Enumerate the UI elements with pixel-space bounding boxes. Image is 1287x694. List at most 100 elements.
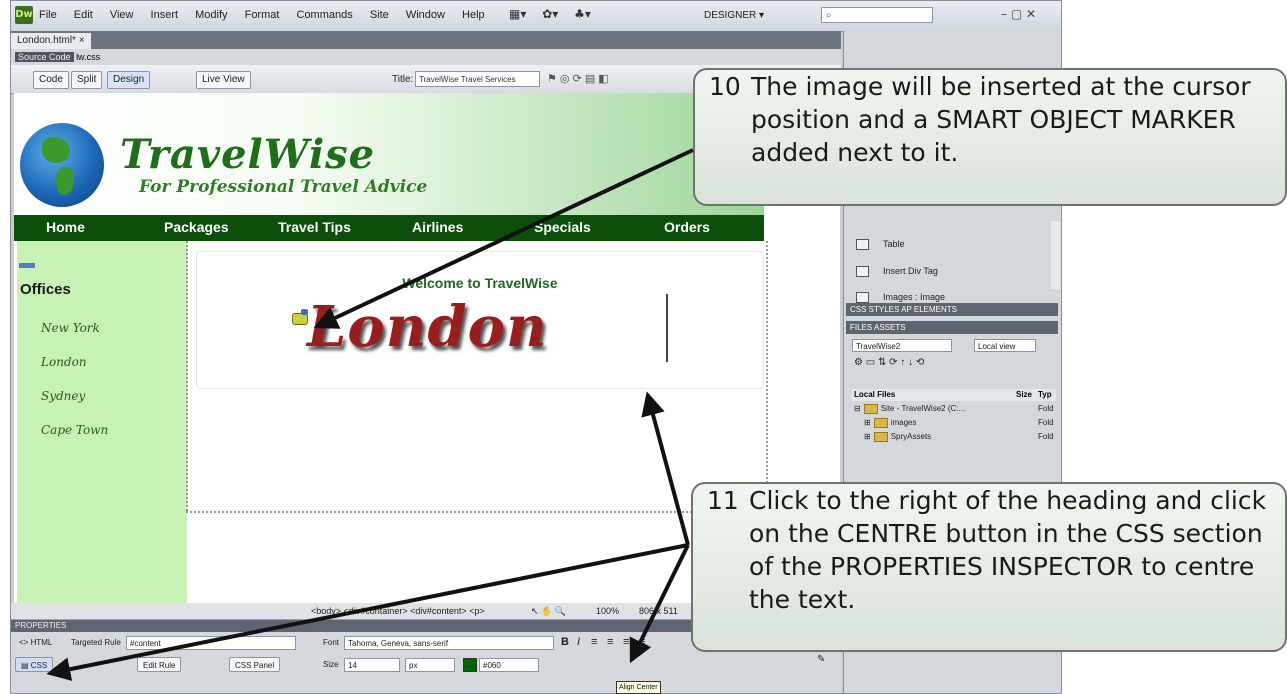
tag-selector[interactable]: <body> <div#container> <div#content> <p> [311,603,485,619]
menu-commands[interactable]: Commands [297,9,353,21]
nav-home[interactable]: Home [46,219,85,235]
file-name: Site - TravelWise2 (C:... [880,404,966,414]
site-sidebar: Offices New York London Sydney Cape Town [17,241,187,603]
targeted-rule-select[interactable]: #content [126,636,296,650]
extend-icon[interactable]: ✿▾ [542,7,558,21]
design-view-button[interactable]: Design [107,71,151,89]
size-label: Size [323,660,339,669]
callout-text: Click to the right of the heading and cl… [749,486,1267,614]
menu-edit[interactable]: Edit [74,9,93,21]
code-view-button[interactable]: Code [33,71,69,89]
nav-travel-tips[interactable]: Travel Tips [278,219,351,235]
welcome-heading[interactable]: Welcome to TravelWise [197,275,763,291]
div-outline [186,241,188,511]
edit-rule-button[interactable]: Edit Rule [137,657,182,672]
source-code-tab[interactable]: Source Code [15,52,74,62]
insert-item-div[interactable]: Insert Div Tag [856,266,938,278]
align-left-icon[interactable]: ≡ [591,636,597,648]
city-link[interactable]: New York [41,321,100,335]
city-link[interactable]: London [41,355,87,369]
nav-orders[interactable]: Orders [664,219,710,235]
callout-11: 11 Click to the right of the heading and… [691,482,1287,652]
html-label: HTML [30,638,53,647]
div-tag-marker [19,263,35,268]
menu-view[interactable]: View [110,9,134,21]
files-col-name: Local Files [854,390,896,399]
window-controls[interactable]: – ▢ ✕ [1001,7,1036,21]
file-row[interactable]: ⊞ SpryAssets Fold [864,432,1054,442]
nav-airlines[interactable]: Airlines [412,219,463,235]
css-panel-button[interactable]: CSS Panel [229,657,281,672]
bold-button[interactable]: B [561,636,569,648]
files-toolbar-icons[interactable]: ⚙ ▭ ⇅ ⟳ ↑ ↓ ⟲ [854,357,924,368]
tab-london-html[interactable]: London.html* × [11,33,91,49]
menu-site[interactable]: Site [370,9,389,21]
menu-modify[interactable]: Modify [195,9,227,21]
insert-scrollbar[interactable] [1051,221,1060,289]
status-tools-icons[interactable]: ↖ ✋ 🔍 [531,603,566,619]
menu-file[interactable]: File [39,9,57,21]
content-box[interactable]: Welcome to TravelWise London [196,251,764,389]
file-row[interactable]: ⊞ images Fold [864,418,1054,428]
menu-insert[interactable]: Insert [151,9,179,21]
quick-tag-icon[interactable]: ✎ [817,654,825,665]
workspace-switcher[interactable]: DESIGNER ▾ [704,10,764,21]
site-nav: Home Packages Travel Tips Airlines Speci… [14,215,764,241]
smart-object-marker-icon[interactable] [292,309,308,325]
nav-packages[interactable]: Packages [164,219,229,235]
file-type: Fold [1038,404,1054,413]
city-link[interactable]: Cape Town [41,423,108,437]
file-type: Fold [1038,432,1054,441]
nav-specials[interactable]: Specials [534,219,591,235]
italic-button[interactable]: I [577,636,580,648]
workspace-label: DESIGNER [704,10,757,21]
css-label: CSS [30,661,48,670]
files-tabs[interactable]: FILES ASSETS [846,321,1058,334]
layout-icon[interactable]: ▦▾ [509,7,526,21]
menu-help[interactable]: Help [462,9,485,21]
split-view-button[interactable]: Split [71,71,103,89]
window-size[interactable]: 806 x 511 [639,603,678,619]
title-input[interactable]: TravelWise Travel Services [415,71,540,87]
related-file-css[interactable]: lw.css [76,52,100,62]
document-tab-bar: London.html* × [11,31,841,49]
div-icon [856,266,869,278]
callout-number: 10 [709,72,741,101]
help-search-input[interactable]: ⌕ [821,7,933,23]
document-toolbar-icons[interactable]: ⚑ ◎ ⟳ ▤ ◧ [547,72,609,85]
color-input[interactable]: #060 [479,658,539,672]
align-center-icon[interactable]: ≡ [607,636,613,648]
callout-text: The image will be inserted at the cursor… [751,72,1251,167]
file-type: Fold [1038,418,1054,427]
color-swatch[interactable] [463,658,477,672]
insert-item-image[interactable]: Images : Image [856,292,945,304]
site-select[interactable]: TravelWise2 [852,339,952,352]
globe-land [42,137,70,163]
menu-format[interactable]: Format [245,9,280,21]
search-icon: ⌕ [826,10,832,21]
site-icon[interactable]: ♣▾ [574,7,591,21]
align-justify-icon[interactable]: ≡ [639,636,645,648]
font-select[interactable]: Tahoma, Geneva, sans-serif [344,636,554,650]
align-center-tooltip: Align Center [616,681,661,694]
align-right-icon[interactable]: ≡ [623,636,629,648]
folder-icon [873,418,888,428]
files-col-size: Size [1016,390,1033,399]
table-icon [856,239,869,251]
css-styles-tabs[interactable]: CSS STYLES AP ELEMENTS [846,303,1058,316]
live-view-button[interactable]: Live View [196,71,251,89]
file-row[interactable]: ⊟ Site - TravelWise2 (C:... Fold [854,404,1054,414]
london-image[interactable]: London [307,294,548,360]
offices-heading: Offices [20,281,71,298]
css-mode-button[interactable]: ▤ CSS [15,657,54,672]
insert-item-table[interactable]: Table [856,239,905,251]
menu-list: File Edit View Insert Modify Format Comm… [39,9,499,21]
zoom-level[interactable]: 100% [596,603,619,619]
html-mode-button[interactable]: <> HTML [19,638,52,647]
size-select[interactable]: 14 [344,658,400,672]
menu-window[interactable]: Window [406,9,445,21]
city-link[interactable]: Sydney [41,389,85,403]
size-unit-select[interactable]: px [405,658,455,672]
html-icon: <> [19,638,31,647]
view-select[interactable]: Local view [974,339,1036,352]
